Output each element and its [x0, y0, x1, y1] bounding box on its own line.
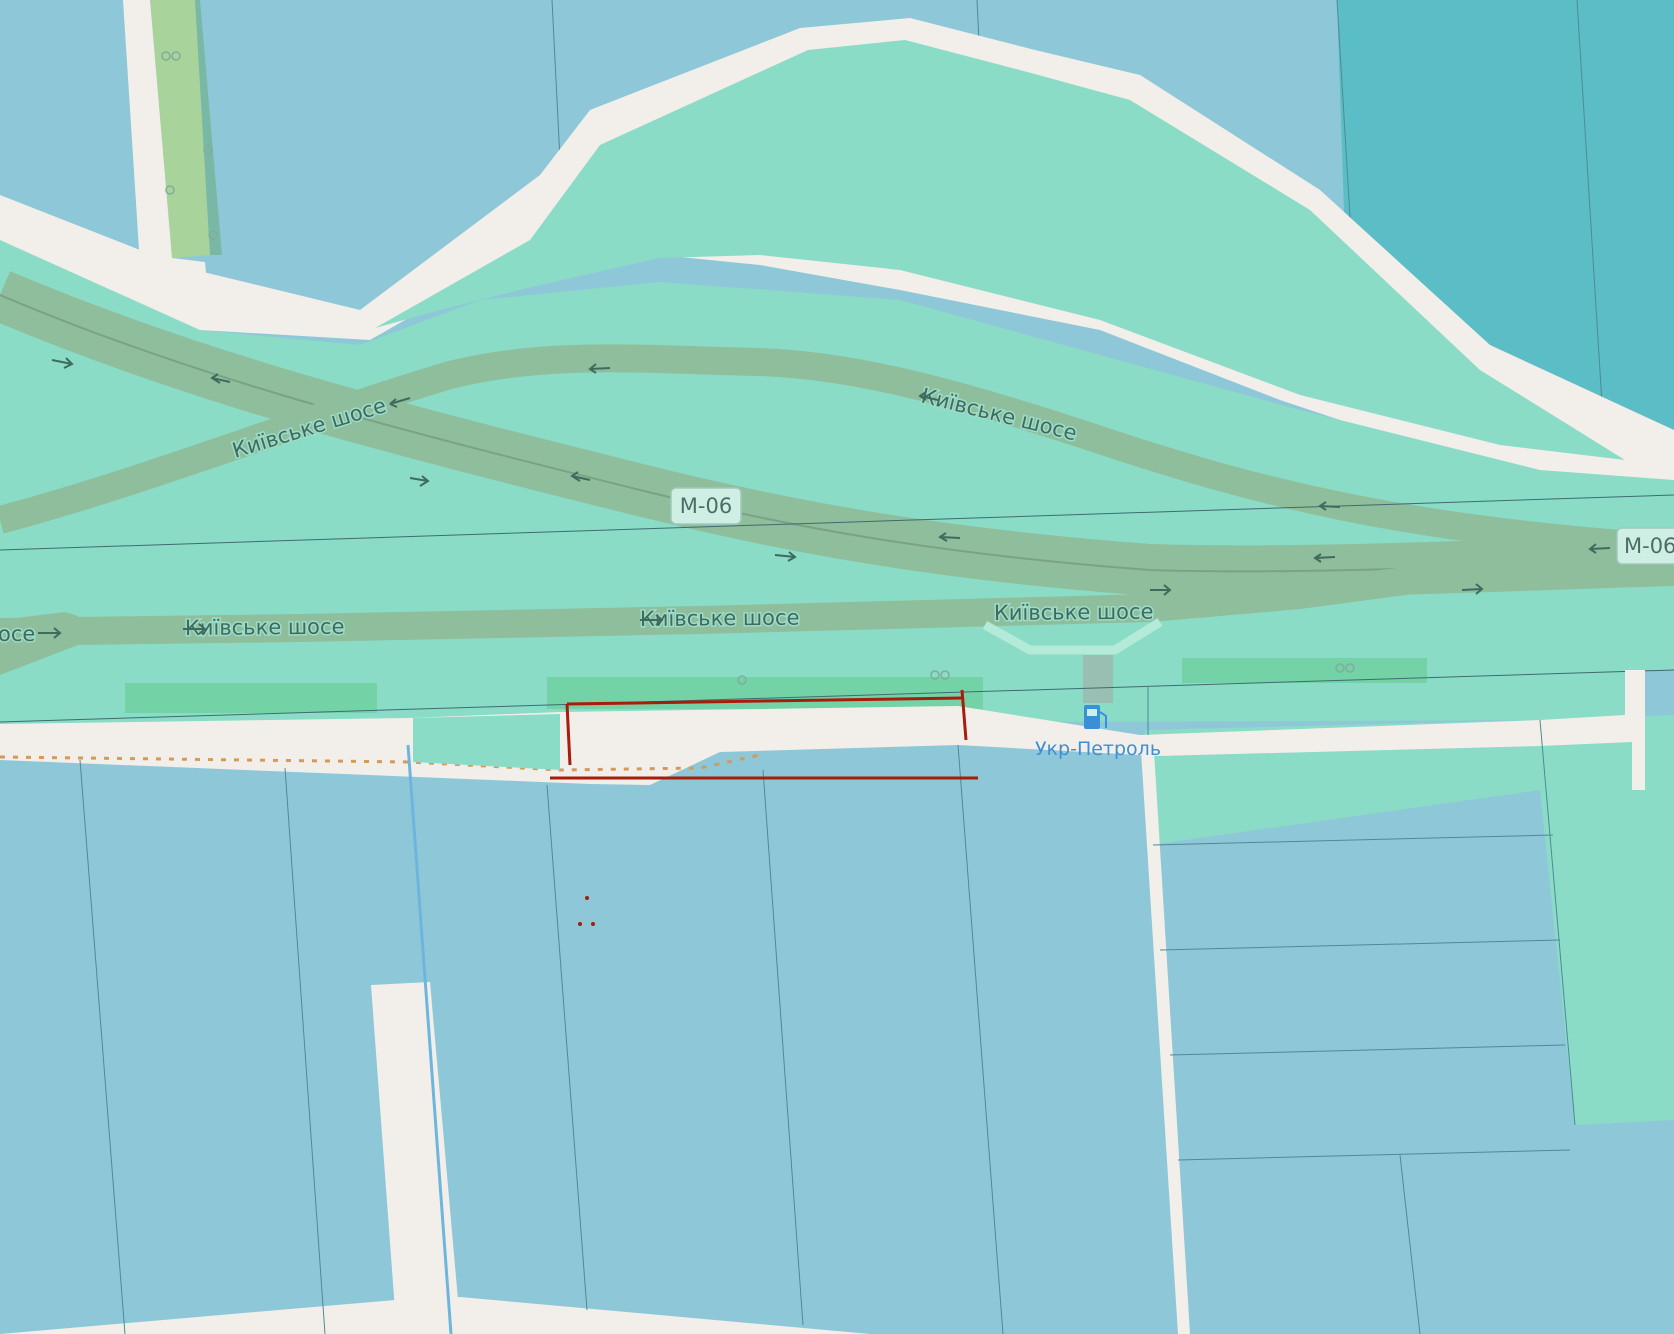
fuel-station-label: Укр-Петроль [1035, 738, 1161, 760]
road-label-clipped: осе [0, 622, 35, 646]
highway-shield-right: M-06 [1616, 527, 1674, 565]
road-label-lower-2: Київське шосе [640, 606, 800, 631]
road-label-lower-1: Київське шосе [185, 615, 345, 640]
green-plot-small [413, 714, 560, 770]
highway-shield-center: M-06 [670, 487, 742, 525]
map-view[interactable]: Київське шосе Київське шосе Київське шос… [0, 0, 1674, 1334]
road-label-lower-3: Київське шосе [994, 600, 1154, 625]
highway-shield-right-text: M-06 [1624, 534, 1674, 558]
highway-shield-center-text: M-06 [680, 494, 732, 518]
fuel-access [1083, 655, 1113, 703]
